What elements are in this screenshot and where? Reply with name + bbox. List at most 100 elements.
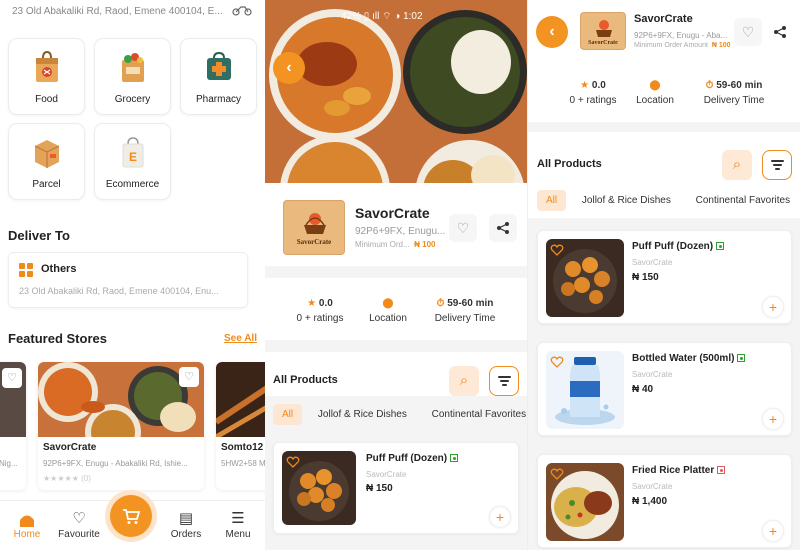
- food-bag-icon: [36, 50, 58, 82]
- store-name: SavorCrate: [634, 13, 693, 25]
- heart-icon[interactable]: [550, 243, 564, 257]
- add-to-cart-button[interactable]: +: [490, 507, 510, 527]
- location-pin-icon: ⬤: [382, 298, 394, 309]
- share-icon: [497, 222, 509, 234]
- favourite-button[interactable]: ♡: [449, 214, 477, 242]
- add-to-cart-button[interactable]: +: [763, 521, 783, 541]
- back-button[interactable]: ‹: [273, 52, 305, 84]
- deliver-address: 23 Old Abakaliki Rd, Raod, Emene 400104,…: [19, 286, 219, 296]
- tab-jollof-rice[interactable]: Jollof & Rice Dishes: [573, 190, 680, 211]
- location-label: Location: [636, 95, 674, 106]
- tab-continental[interactable]: Continental Favorites: [423, 404, 527, 425]
- location-stat[interactable]: ⬤ Location: [620, 80, 690, 106]
- store-card-savorcrate[interactable]: ♡ SavorCrate 92P6+9FX, Enugu - Abakaliki…: [38, 362, 204, 490]
- home-screen: 23 Old Abakaliki Rd, Raod, Emene 400104,…: [0, 0, 265, 550]
- product-card[interactable]: Puff Puff (Dozen) SavorCrate ₦ 150 +: [273, 442, 519, 534]
- see-all-link[interactable]: See All: [224, 333, 257, 344]
- search-icon: ⌕: [459, 372, 469, 389]
- veg-indicator-icon: [716, 242, 725, 251]
- bottom-navigation: Home ♡ Favourite ▤ Orders ☰ Menu: [0, 495, 265, 550]
- tab-jollof-rice[interactable]: Jollof & Rice Dishes: [309, 404, 416, 425]
- heart-icon[interactable]: [286, 455, 300, 469]
- star-rating-icon: ★★★★★: [43, 474, 79, 483]
- store-address: 92P6+9FX, Enugu - Abakaliki Rd, Ishie...: [43, 459, 188, 468]
- product-card[interactable]: Puff Puff (Dozen) SavorCrate ₦ 150 +: [537, 230, 792, 324]
- tab-continental[interactable]: Continental Favorites: [687, 190, 800, 211]
- store-address: 5HW2+58 M...: [221, 459, 265, 468]
- category-ecommerce[interactable]: E Ecommerce: [94, 123, 171, 200]
- min-order: Minimum Ord... ₦ 100: [355, 240, 435, 249]
- favourite-button[interactable]: ♡: [734, 18, 762, 46]
- add-to-cart-button[interactable]: +: [763, 297, 783, 317]
- search-button[interactable]: ⌕: [722, 150, 752, 180]
- delivery-time-value: 59-60 min: [716, 80, 763, 91]
- cart-button[interactable]: [110, 495, 152, 537]
- nonveg-indicator-icon: [717, 466, 726, 475]
- nav-label: Favourite: [58, 529, 100, 540]
- product-store: SavorCrate: [366, 470, 407, 479]
- delivery-time-stat: ⏱ 59-60 min Delivery Time: [425, 298, 505, 324]
- share-button[interactable]: [766, 18, 794, 46]
- chevron-left-icon: ‹: [286, 59, 292, 76]
- heart-icon[interactable]: ♡: [2, 368, 22, 388]
- product-store: SavorCrate: [632, 258, 673, 267]
- add-to-cart-button[interactable]: +: [763, 409, 783, 429]
- product-card[interactable]: Bottled Water (500ml) SavorCrate ₦ 40 +: [537, 342, 792, 436]
- nav-label: Menu: [225, 529, 251, 540]
- pharmacy-kit-icon: [207, 51, 231, 80]
- delivery-bike-icon: [232, 6, 252, 16]
- plus-icon: +: [768, 299, 778, 315]
- search-button[interactable]: ⌕: [449, 366, 479, 396]
- tab-all[interactable]: All: [273, 404, 303, 425]
- home-icon: [2, 509, 52, 529]
- filter-button[interactable]: [489, 366, 519, 396]
- delivery-time-stat: ⏱ 59-60 min Delivery Time: [694, 80, 774, 106]
- product-price: ₦ 150: [366, 483, 393, 494]
- heart-icon[interactable]: ♡: [179, 367, 199, 387]
- veg-indicator-icon: [450, 454, 459, 463]
- category-pharmacy[interactable]: Pharmacy: [180, 38, 257, 115]
- product-price: ₦ 1,400: [632, 496, 668, 507]
- all-products-heading: All Products: [537, 158, 602, 170]
- grid-icon: [19, 263, 33, 277]
- orders-icon: ▤: [178, 510, 194, 527]
- share-button[interactable]: [489, 214, 517, 242]
- category-grocery[interactable]: Grocery: [94, 38, 171, 115]
- basket-icon: [596, 20, 612, 37]
- store-logo: SavorCrate: [283, 200, 345, 255]
- product-name: Puff Puff (Dozen): [366, 453, 459, 464]
- category-label: Pharmacy: [195, 94, 241, 105]
- current-address[interactable]: 23 Old Abakaliki Rd, Raod, Emene 400104,…: [12, 6, 223, 17]
- product-store: SavorCrate: [632, 370, 673, 379]
- rating-stat: ★ 0.0 0 + ratings: [285, 298, 355, 324]
- product-card[interactable]: Fried Rice Platter SavorCrate ₦ 1,400 +: [537, 454, 792, 548]
- category-food[interactable]: Food: [8, 38, 85, 115]
- heart-icon: ♡: [72, 510, 86, 527]
- heart-icon[interactable]: [550, 467, 564, 481]
- search-icon: ⌕: [732, 156, 742, 173]
- tab-all[interactable]: All: [537, 190, 567, 211]
- category-label: Food: [35, 94, 58, 105]
- store-card-partial-left[interactable]: ♡ Nig...: [0, 362, 26, 490]
- nav-orders[interactable]: ▤ Orders: [161, 509, 211, 540]
- store-address: Nig...: [0, 459, 18, 468]
- heart-icon[interactable]: [550, 355, 564, 369]
- nav-favourite[interactable]: ♡ Favourite: [54, 509, 104, 540]
- delivery-time-value: 59-60 min: [447, 298, 494, 309]
- star-icon: ★: [307, 298, 317, 309]
- store-card-partial-right[interactable]: Somto12 5HW2+58 M...: [216, 362, 265, 490]
- product-name: Fried Rice Platter: [632, 465, 726, 476]
- store-name: SavorCrate: [355, 205, 430, 221]
- filter-button[interactable]: [762, 150, 792, 180]
- location-stat[interactable]: ⬤ Location: [353, 298, 423, 324]
- category-parcel[interactable]: Parcel: [8, 123, 85, 200]
- nav-home[interactable]: Home: [2, 509, 52, 540]
- back-button[interactable]: ‹: [536, 16, 568, 48]
- category-label: Parcel: [32, 179, 61, 190]
- deliver-to-card[interactable]: Others 23 Old Abakaliki Rd, Raod, Emene …: [8, 252, 248, 308]
- min-order-amount: ₦ 100: [711, 42, 731, 49]
- logo-text: SavorCrate: [296, 238, 332, 246]
- plus-icon: +: [768, 411, 778, 427]
- nav-menu[interactable]: ☰ Menu: [213, 509, 263, 540]
- delivery-time-label: Delivery Time: [703, 95, 765, 106]
